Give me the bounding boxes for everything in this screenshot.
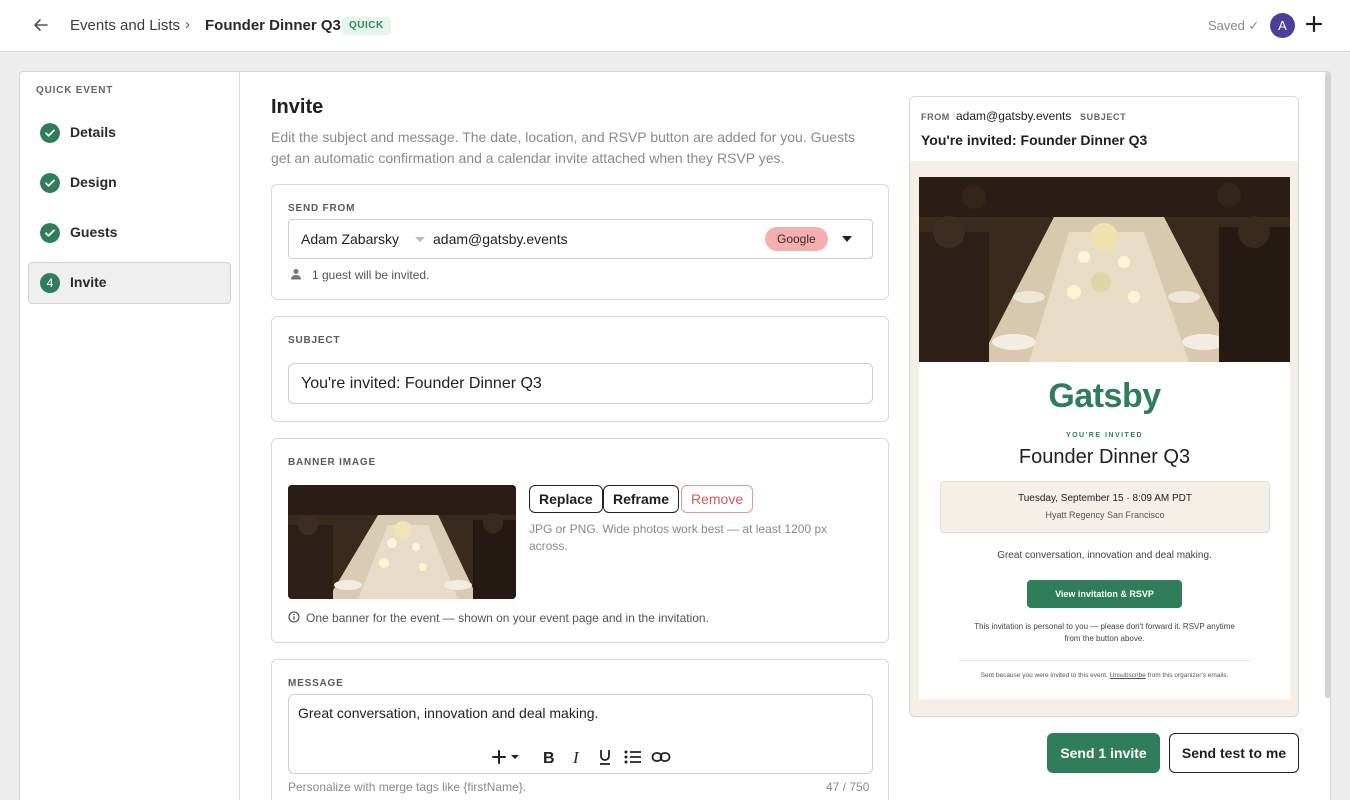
preview-subject-label: SUBJECT [1080, 112, 1127, 122]
bold-icon[interactable]: B [539, 747, 559, 767]
sender-name: Adam Zabarsky [301, 231, 400, 247]
banner-label: BANNER IMAGE [288, 457, 376, 468]
preview-header: FROM adam@gatsby.events SUBJECT You're i… [910, 97, 1298, 161]
preview-from: adam@gatsby.events [956, 109, 1072, 123]
step-invite[interactable]: 4 Invite [28, 262, 231, 304]
sender-email: adam@gatsby.events [433, 231, 568, 247]
subject-input[interactable] [288, 363, 873, 404]
breadcrumb-events-and-lists[interactable]: Events and Lists [70, 17, 180, 34]
message-card: MESSAGE Great conversation, innovation a… [271, 659, 889, 800]
preview-from-label: FROM [921, 112, 950, 122]
message-text[interactable]: Great conversation, innovation and deal … [298, 705, 598, 721]
dropdown-caret-icon[interactable] [842, 236, 852, 242]
top-bar: Events and Lists › Founder Dinner Q3 QUI… [0, 0, 1350, 52]
preview-scrollbar[interactable] [1325, 72, 1331, 698]
send-from-card: SEND FROM Adam Zabarsky adam@gatsby.even… [271, 184, 889, 300]
gatsby-logo: Gatsby [1048, 377, 1161, 415]
preview-email-body: Gatsby YOU'RE INVITED Founder Dinner Q3 … [919, 177, 1290, 699]
preview-message: Great conversation, innovation and deal … [997, 550, 1212, 561]
step-label: Design [70, 174, 117, 190]
step-label: Guests [70, 224, 118, 240]
breadcrumb-separator: › [185, 16, 190, 33]
subject-card: SUBJECT [271, 316, 889, 422]
message-editor[interactable]: Great conversation, innovation and deal … [288, 694, 873, 774]
saved-status: Saved ✓ [1208, 18, 1260, 33]
replace-banner-button[interactable]: Replace [529, 485, 603, 513]
check-circle-icon [40, 173, 60, 193]
preview-banner-image [919, 177, 1290, 362]
person-icon [291, 269, 301, 280]
quick-badge: QUICK [342, 17, 391, 35]
page-description: Edit the subject and message. The date, … [271, 129, 855, 166]
send-invite-button[interactable]: Send 1 invite [1047, 733, 1160, 773]
banner-help-text: JPG or PNG. Wide photos work best — at l… [529, 522, 828, 553]
steps-sidebar: QUICK EVENT Details Design Guests 4 Invi… [20, 72, 240, 800]
send-test-button[interactable]: Send test to me [1169, 733, 1299, 773]
back-arrow-icon[interactable] [30, 14, 52, 36]
bullet-list-icon[interactable] [623, 747, 643, 767]
preview-invited-label: YOU'RE INVITED [1065, 432, 1144, 439]
preview-footer-text: Sent because you were invited to this ev… [980, 672, 1108, 679]
check-circle-icon [40, 223, 60, 243]
breadcrumb-current: Founder Dinner Q3 [205, 17, 341, 34]
preview-subject: You're invited: Founder Dinner Q3 [921, 132, 1148, 148]
subject-label: SUBJECT [288, 335, 341, 346]
caret-down-icon [415, 237, 425, 242]
insert-plus-icon[interactable] [492, 747, 522, 767]
step-details[interactable]: Details [28, 112, 231, 154]
email-preview: FROM adam@gatsby.events SUBJECT You're i… [909, 96, 1299, 717]
step-label: Invite [70, 274, 107, 290]
banner-card: BANNER IMAGE Replace Reframe Remove JPG … [271, 438, 889, 643]
step-number: 4 [40, 273, 60, 293]
reframe-banner-button[interactable]: Reframe [603, 485, 680, 513]
send-from-label: SEND FROM [288, 203, 356, 214]
step-label: Details [70, 124, 116, 140]
info-icon [288, 611, 300, 623]
banner-note-text: One banner for the event — shown on your… [306, 611, 709, 625]
svg-text:I: I [572, 748, 580, 767]
sidebar-heading: QUICK EVENT [36, 85, 114, 96]
preview-footer: Sent because you were invited to this ev… [919, 672, 1290, 679]
underline-icon[interactable] [595, 747, 615, 767]
add-icon[interactable] [1302, 12, 1326, 36]
svg-text:B: B [543, 750, 555, 767]
preview-event-details: Tuesday, September 15 · 8:09 AM PDT Hyat… [940, 481, 1270, 533]
preview-event-title: Founder Dinner Q3 [1018, 446, 1191, 468]
check-circle-icon [40, 123, 60, 143]
preview-footer-text-end: from this organizer's emails. [1147, 672, 1229, 679]
message-label: MESSAGE [288, 678, 344, 689]
guest-count-text: 1 guest will be invited. [312, 268, 430, 282]
sender-select[interactable]: Adam Zabarsky adam@gatsby.events Google [288, 219, 873, 259]
unsubscribe-link[interactable]: Unsubscribe [1110, 672, 1146, 679]
preview-personal-note: This invitation is personal to you — ple… [974, 622, 1235, 643]
provider-badge: Google [765, 227, 828, 251]
avatar[interactable]: A [1270, 13, 1295, 38]
editor-frame: QUICK EVENT Details Design Guests 4 Invi… [19, 71, 1331, 800]
preview-rsvp-button[interactable]: View invitation & RSVP [1027, 580, 1182, 608]
preview-date: Tuesday, September 15 · 8:09 AM PDT [1018, 493, 1192, 504]
merge-tag-hint: Personalize with merge tags like {firstN… [288, 780, 527, 794]
remove-banner-button[interactable]: Remove [681, 485, 754, 513]
page-title: Invite [271, 96, 324, 118]
character-count: 47 / 750 [826, 780, 870, 794]
banner-thumbnail-image [288, 485, 516, 599]
italic-icon[interactable]: I [567, 747, 587, 767]
step-guests[interactable]: Guests [28, 212, 231, 254]
link-icon[interactable] [651, 747, 671, 767]
step-design[interactable]: Design [28, 162, 231, 204]
preview-venue: Hyatt Regency San Francisco [1045, 510, 1165, 520]
preview-divider [959, 660, 1250, 661]
